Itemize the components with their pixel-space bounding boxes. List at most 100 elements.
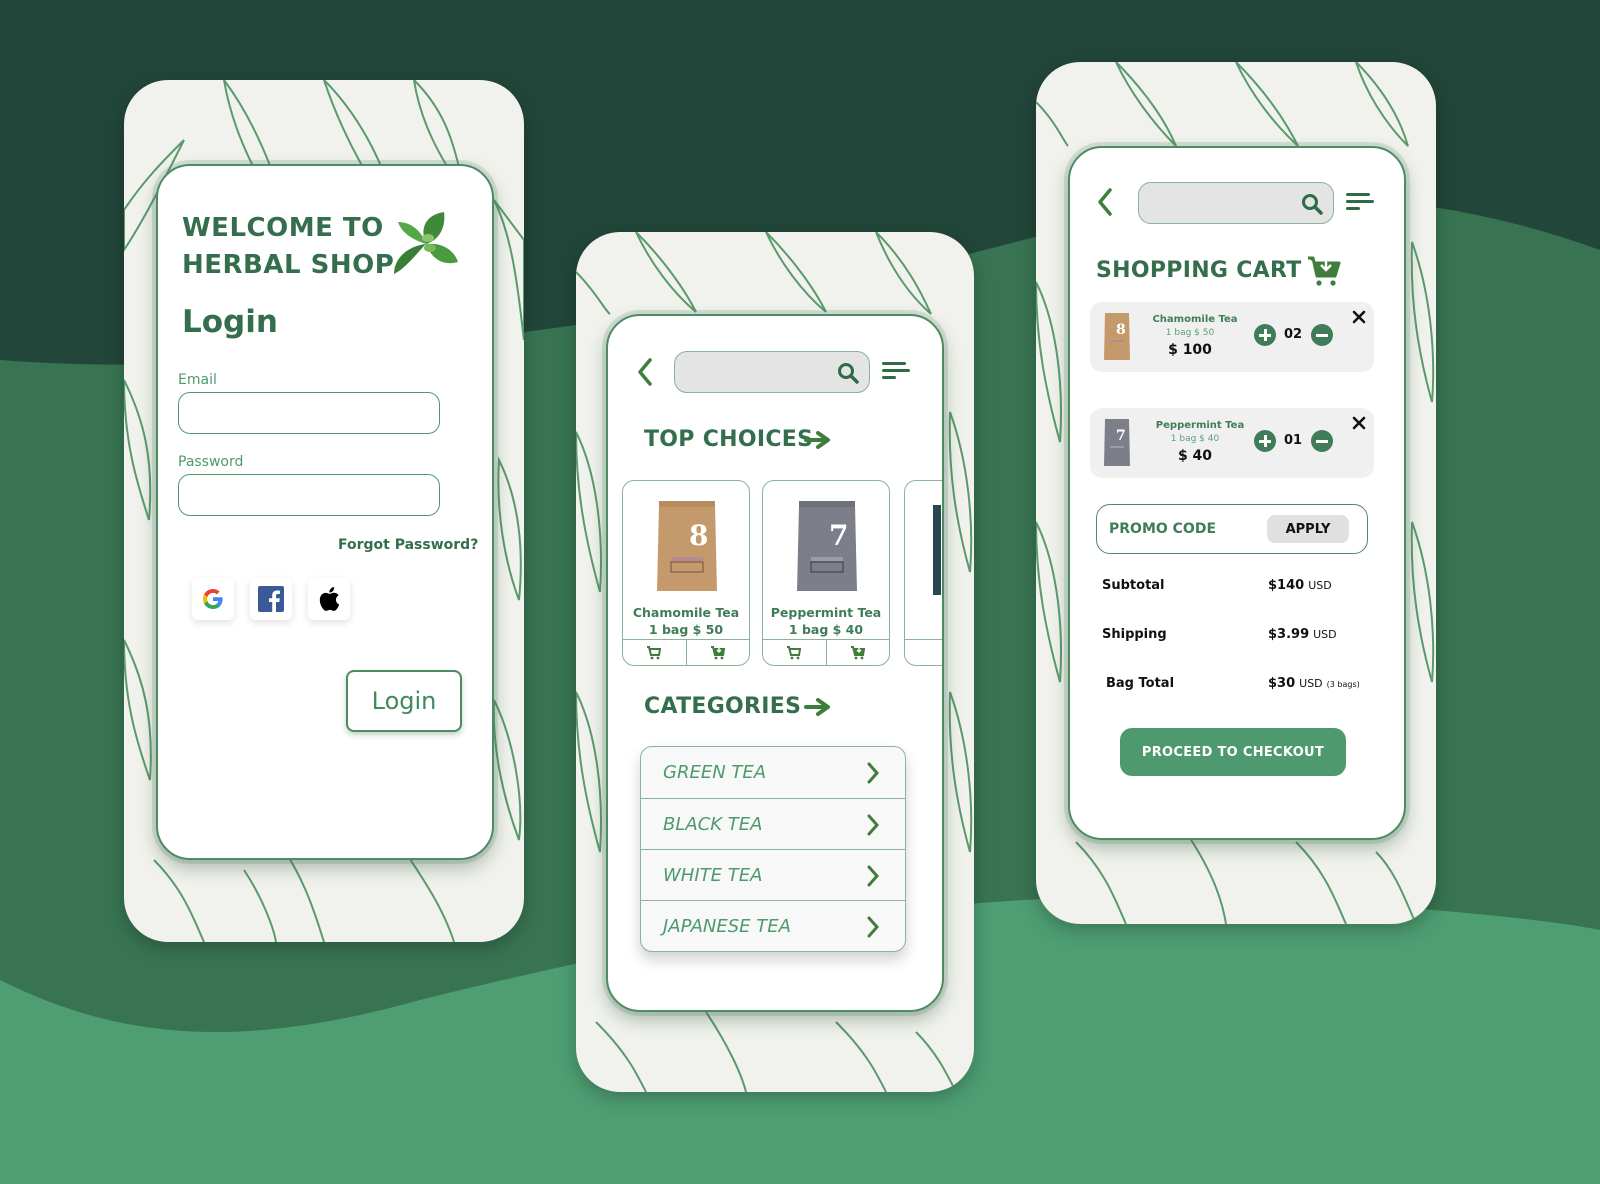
bag-number: 7	[829, 519, 848, 552]
promo-code-input[interactable]	[1109, 514, 1259, 544]
increase-quantity-button[interactable]	[1254, 430, 1276, 452]
decrease-quantity-button[interactable]	[1311, 430, 1333, 452]
facebook-login-button[interactable]	[250, 578, 292, 620]
summary-currency: USD	[1299, 677, 1323, 690]
summary-currency: USD	[1308, 579, 1332, 592]
arrow-right-icon[interactable]	[804, 430, 834, 450]
product-price: 1 bag $ 50	[648, 622, 724, 637]
product-actions	[623, 639, 749, 665]
product-actions	[763, 639, 889, 665]
menu-icon[interactable]	[882, 361, 910, 381]
product-name: Chamomile Tea	[632, 605, 740, 620]
summary-note: (3 bags)	[1326, 680, 1360, 689]
buy-now-button[interactable]	[685, 640, 750, 665]
back-chevron-icon[interactable]	[1094, 186, 1116, 218]
password-label: Password	[178, 454, 244, 470]
product-card-partial[interactable]	[904, 480, 942, 666]
product-name: Peppermint Tea	[770, 605, 882, 620]
product-actions	[905, 639, 942, 665]
summary-row-shipping: Shipping $3.99 USD	[1102, 627, 1372, 647]
cart-item-peppermint: 7 Peppermint Tea 1 bag $ 40 $ 40 01	[1090, 408, 1374, 478]
summary-amount: $30	[1268, 676, 1296, 691]
facebook-icon	[258, 586, 284, 612]
add-to-cart-button[interactable]	[623, 640, 686, 665]
category-label: GREEN TEA	[663, 762, 767, 783]
add-to-cart-button[interactable]	[905, 640, 942, 665]
back-chevron-icon[interactable]	[634, 356, 656, 388]
bag-number: 7	[1116, 428, 1126, 444]
search-input[interactable]	[1138, 182, 1334, 224]
close-icon[interactable]	[1352, 416, 1366, 430]
apply-promo-button[interactable]: APPLY	[1267, 515, 1349, 543]
top-navigation-bar	[608, 316, 942, 416]
login-phone: WELCOME TO HERBAL SHOP Login Email Passw…	[124, 80, 524, 942]
cart-download-icon	[850, 645, 865, 659]
top-navigation-bar	[1070, 148, 1404, 248]
apple-icon	[319, 587, 340, 611]
summary-value: $30 USD (3 bags)	[1268, 676, 1360, 691]
login-title: Login	[182, 304, 278, 340]
welcome-heading: WELCOME TO HERBAL SHOP	[182, 210, 394, 284]
category-label: JAPANESE TEA	[663, 915, 791, 937]
quantity-value: 02	[1283, 327, 1303, 342]
product-price: 1 bag $ 40	[788, 622, 864, 637]
close-icon[interactable]	[1352, 310, 1366, 324]
cart-icon	[787, 645, 802, 659]
decrease-quantity-button[interactable]	[1311, 324, 1333, 346]
proceed-to-checkout-button[interactable]: PROCEED TO CHECKOUT	[1120, 728, 1346, 776]
apple-login-button[interactable]	[308, 578, 350, 620]
search-icon[interactable]	[837, 362, 859, 384]
buy-now-button[interactable]	[825, 640, 890, 665]
top-choices-heading: TOP CHOICES	[644, 427, 814, 452]
summary-label: Bag Total	[1106, 676, 1175, 691]
home-phone: TOP CHOICES 8 Chamomile Tea 1 bag $ 50 7…	[576, 232, 974, 1092]
tea-bag-image: 7	[797, 501, 857, 591]
add-to-cart-button[interactable]	[763, 640, 826, 665]
summary-label: Shipping	[1102, 627, 1167, 642]
category-item-black-tea[interactable]: BLACK TEA	[641, 798, 905, 849]
search-icon[interactable]	[1301, 193, 1323, 215]
cart-item-unit-price: 1 bag $ 40	[1170, 434, 1220, 444]
login-screen: WELCOME TO HERBAL SHOP Login Email Passw…	[156, 164, 494, 860]
product-card-peppermint[interactable]: 7 Peppermint Tea 1 bag $ 40	[762, 480, 890, 666]
bag-number: 8	[689, 519, 708, 552]
promo-code-box: APPLY	[1096, 504, 1368, 554]
summary-label: Subtotal	[1102, 578, 1165, 593]
summary-value: $140 USD	[1268, 578, 1332, 593]
summary-currency: USD	[1313, 628, 1337, 641]
categories-heading: CATEGORIES	[644, 694, 802, 719]
password-field[interactable]	[178, 474, 440, 516]
login-button[interactable]: Login	[346, 670, 462, 732]
category-item-white-tea[interactable]: WHITE TEA	[641, 849, 905, 900]
tea-bag-image: 8	[657, 501, 717, 591]
summary-row-bag-total: Bag Total $30 USD (3 bags)	[1102, 676, 1372, 696]
cart-phone: SHOPPING CART 8 Chamomile Tea 1 bag $ 50…	[1036, 62, 1436, 924]
summary-amount: $3.99	[1268, 627, 1310, 642]
chevron-right-icon	[867, 814, 879, 836]
category-item-green-tea[interactable]: GREEN TEA	[641, 747, 905, 798]
tea-bag-thumbnail: 7	[1104, 419, 1130, 466]
summary-row-subtotal: Subtotal $140 USD	[1102, 578, 1372, 598]
quantity-value: 01	[1283, 433, 1303, 448]
cart-item-name: Peppermint Tea	[1155, 420, 1245, 431]
chevron-right-icon	[867, 762, 879, 784]
menu-icon[interactable]	[1346, 192, 1374, 212]
bag-number: 8	[1116, 322, 1126, 338]
cart-download-icon	[710, 645, 725, 659]
cart-item-name: Chamomile Tea	[1152, 314, 1238, 325]
shopping-cart-heading: SHOPPING CART	[1096, 258, 1302, 283]
arrow-right-icon[interactable]	[804, 697, 834, 717]
category-label: WHITE TEA	[663, 864, 763, 886]
cart-item-chamomile: 8 Chamomile Tea 1 bag $ 50 $ 100 02	[1090, 302, 1374, 372]
product-card-chamomile[interactable]: 8 Chamomile Tea 1 bag $ 50	[622, 480, 750, 666]
email-field[interactable]	[178, 392, 440, 434]
cart-item-total: $ 40	[1177, 448, 1213, 464]
forgot-password-link[interactable]: Forgot Password?	[338, 537, 478, 553]
google-login-button[interactable]	[192, 578, 234, 620]
search-input[interactable]	[674, 351, 870, 393]
category-list: GREEN TEA BLACK TEA WHITE TEA JAPANESE T…	[640, 746, 906, 952]
summary-value: $3.99 USD	[1268, 627, 1337, 642]
category-item-japanese-tea[interactable]: JAPANESE TEA	[641, 900, 905, 951]
increase-quantity-button[interactable]	[1254, 324, 1276, 346]
welcome-line-1: WELCOME TO	[182, 213, 384, 243]
